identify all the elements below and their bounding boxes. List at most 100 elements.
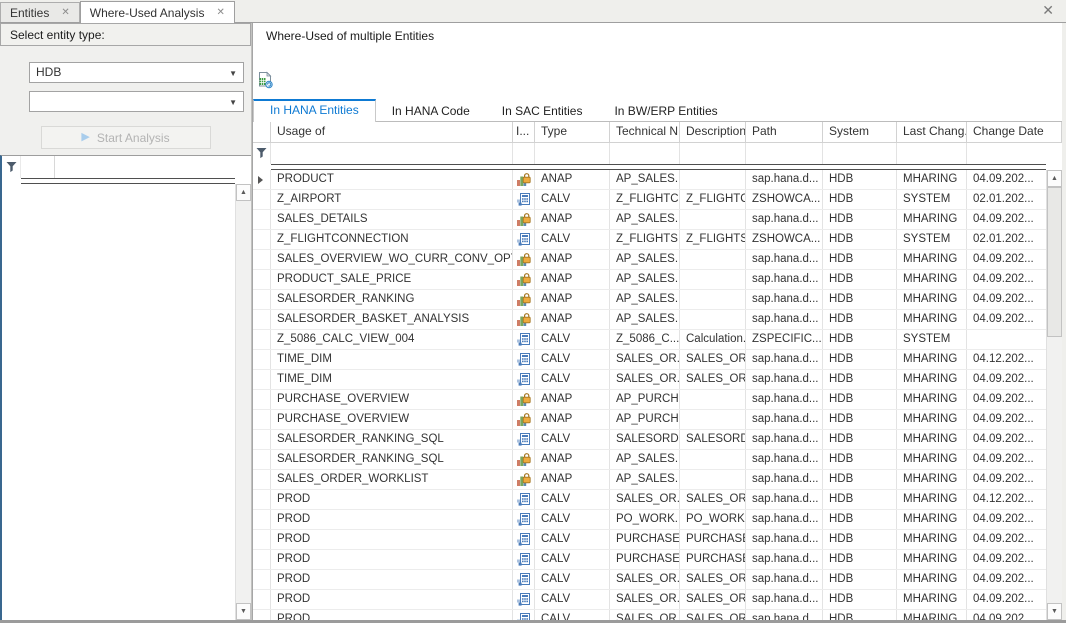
cell-type: CALV (535, 430, 610, 449)
table-row[interactable]: PRODUCTANAPAP_SALES...sap.hana.d...HDBMH… (253, 170, 1046, 190)
tab-in-hana-entities[interactable]: In HANA Entities (253, 99, 376, 122)
filter-cell-path[interactable] (746, 143, 823, 164)
cell-description: SALES_OR... (680, 370, 746, 389)
cell-technical: SALESORD... (610, 430, 680, 449)
filter-cell-technical[interactable] (610, 143, 680, 164)
scroll-up-icon[interactable]: ▲ (236, 184, 251, 201)
column-header-last_changed[interactable]: Last Chang... (897, 122, 967, 143)
column-header-icon[interactable]: I... (513, 122, 535, 143)
filter-cell-change_date[interactable] (967, 143, 1062, 164)
column-header-system[interactable]: System (823, 122, 897, 143)
filter-cell-usage[interactable] (271, 143, 513, 164)
table-row[interactable]: TIME_DIMCALVSALES_OR...SALES_OR...sap.ha… (253, 350, 1046, 370)
filter-cell-last_changed[interactable] (897, 143, 967, 164)
close-icon[interactable]: ✕ (1042, 3, 1054, 17)
filter-cell[interactable] (55, 156, 251, 178)
body-area: Select entity type: HDB ▼ ▼ ▶ Start Anal… (0, 23, 1066, 620)
cell-path: ZSPECIFIC... (746, 330, 823, 349)
cell-change_date: 04.09.202... (967, 170, 1046, 189)
doc-tab-where-used-analysis[interactable]: Where-Used Analysis ✕ (80, 1, 235, 23)
column-header-usage[interactable]: Usage of (271, 122, 513, 143)
table-row[interactable]: PRODUCT_SALE_PRICEANAPAP_SALES...sap.han… (253, 270, 1046, 290)
cell-change_date: 04.09.202... (967, 430, 1046, 449)
tab-in-hana-code[interactable]: In HANA Code (376, 101, 486, 121)
start-analysis-label: Start Analysis (97, 131, 170, 145)
column-header-path[interactable]: Path (746, 122, 823, 143)
table-row[interactable]: SALESORDER_RANKINGANAPAP_SALES...sap.han… (253, 290, 1046, 310)
cell-system: HDB (823, 530, 897, 549)
column-header-type[interactable]: Type (535, 122, 610, 143)
table-row[interactable]: PRODCALVSALES_OR...SALES_OR...sap.hana.d… (253, 610, 1046, 620)
left-grid-scrollbar[interactable]: ▲ ▼ (235, 184, 251, 620)
row-indicator-cell (253, 530, 271, 549)
table-row[interactable]: SALES_ORDER_WORKLISTANAPAP_SALES...sap.h… (253, 470, 1046, 490)
filter-cell-icon[interactable] (513, 143, 535, 164)
cell-usage: TIME_DIM (271, 350, 513, 369)
filter-cell-system[interactable] (823, 143, 897, 164)
doc-tab-entities[interactable]: Entities ✕ (0, 2, 80, 22)
cell-last_changed: SYSTEM (897, 230, 967, 249)
entity-dropdown[interactable]: ▼ (29, 91, 244, 112)
grid-vertical-scrollbar[interactable]: ▲ ▼ (1046, 170, 1062, 620)
start-analysis-button[interactable]: ▶ Start Analysis (41, 126, 211, 149)
cell-change_date: 04.09.202... (967, 590, 1046, 609)
cell-last_changed: MHARING (897, 530, 967, 549)
table-row[interactable]: PRODCALVPURCHASE...PURCHASE...sap.hana.d… (253, 530, 1046, 550)
chevron-down-icon[interactable]: ▼ (229, 93, 237, 112)
chevron-down-icon[interactable]: ▼ (229, 64, 237, 83)
filter-funnel-icon (256, 147, 270, 162)
tab-in-sac-entities[interactable]: In SAC Entities (486, 101, 599, 121)
filter-cell-type[interactable] (535, 143, 610, 164)
entity-type-value: HDB (36, 65, 61, 79)
table-row[interactable]: PRODCALVSALES_OR...SALES_OR...sap.hana.d… (253, 570, 1046, 590)
table-row[interactable]: PURCHASE_OVERVIEWANAPAP_PURCH...sap.hana… (253, 390, 1046, 410)
close-tab-icon[interactable]: ✕ (216, 8, 224, 18)
scrollbar-thumb[interactable] (1047, 187, 1062, 337)
close-tab-icon[interactable]: ✕ (61, 8, 69, 18)
row-indicator-cell (253, 350, 271, 369)
column-header-change_date[interactable]: Change Date (967, 122, 1062, 143)
cell-system: HDB (823, 310, 897, 329)
cell-path: sap.hana.d... (746, 210, 823, 229)
cell-description (680, 270, 746, 289)
column-header-description[interactable]: Description (680, 122, 746, 143)
scroll-down-icon[interactable]: ▼ (236, 603, 251, 620)
entity-type-dropdown[interactable]: HDB ▼ (29, 62, 244, 83)
table-row[interactable]: SALESORDER_RANKING_SQLCALVSALESORD...SAL… (253, 430, 1046, 450)
cell-technical: PO_WORK... (610, 510, 680, 529)
table-row[interactable]: TIME_DIMCALVSALES_OR...SALES_OR...sap.ha… (253, 370, 1046, 390)
table-row[interactable]: PURCHASE_OVERVIEWANAPAP_PURCH...sap.hana… (253, 410, 1046, 430)
export-to-excel-icon[interactable] (256, 71, 274, 89)
table-row[interactable]: Z_FLIGHTCONNECTIONCALVZ_FLIGHTSZ_FLIGHTS… (253, 230, 1046, 250)
table-row[interactable]: SALES_OVERVIEW_WO_CURR_CONV_OPTANAPAP_SA… (253, 250, 1046, 270)
filter-cell[interactable] (21, 156, 55, 178)
cell-last_changed: SYSTEM (897, 330, 967, 349)
scroll-down-icon[interactable]: ▼ (1047, 603, 1062, 620)
cell-usage: PRODUCT_SALE_PRICE (271, 270, 513, 289)
table-row[interactable]: SALESORDER_RANKING_SQLANAPAP_SALES...sap… (253, 450, 1046, 470)
calv-icon (516, 552, 534, 567)
cell-icon (513, 210, 535, 229)
table-row[interactable]: Z_AIRPORTCALVZ_FLIGHTC...Z_FLIGHTC...ZSH… (253, 190, 1046, 210)
table-row[interactable]: SALES_DETAILSANAPAP_SALES...sap.hana.d..… (253, 210, 1046, 230)
table-row[interactable]: SALESORDER_BASKET_ANALYSISANAPAP_SALES..… (253, 310, 1046, 330)
filter-cell-description[interactable] (680, 143, 746, 164)
cell-technical: PURCHASE... (610, 530, 680, 549)
cell-type: CALV (535, 350, 610, 369)
table-row[interactable]: PRODCALVSALES_OR...SALES_OR...sap.hana.d… (253, 490, 1046, 510)
cell-system: HDB (823, 390, 897, 409)
table-row[interactable]: PRODCALVSALES_OR...SALES_OR...sap.hana.d… (253, 590, 1046, 610)
column-header-technical[interactable]: Technical N... (610, 122, 680, 143)
table-row[interactable]: PRODCALVPURCHASE...PURCHASE...sap.hana.d… (253, 550, 1046, 570)
cell-path: sap.hana.d... (746, 450, 823, 469)
tab-in-bw-erp-entities[interactable]: In BW/ERP Entities (598, 101, 733, 121)
cell-path: sap.hana.d... (746, 510, 823, 529)
cell-path: sap.hana.d... (746, 290, 823, 309)
cell-system: HDB (823, 590, 897, 609)
cell-icon (513, 510, 535, 529)
filter-row-indicator (2, 156, 21, 178)
cell-path: sap.hana.d... (746, 470, 823, 489)
table-row[interactable]: PRODCALVPO_WORK...PO_WORK...sap.hana.d..… (253, 510, 1046, 530)
scroll-up-icon[interactable]: ▲ (1047, 170, 1062, 187)
table-row[interactable]: Z_5086_CALC_VIEW_004CALVZ_5086_C...Calcu… (253, 330, 1046, 350)
